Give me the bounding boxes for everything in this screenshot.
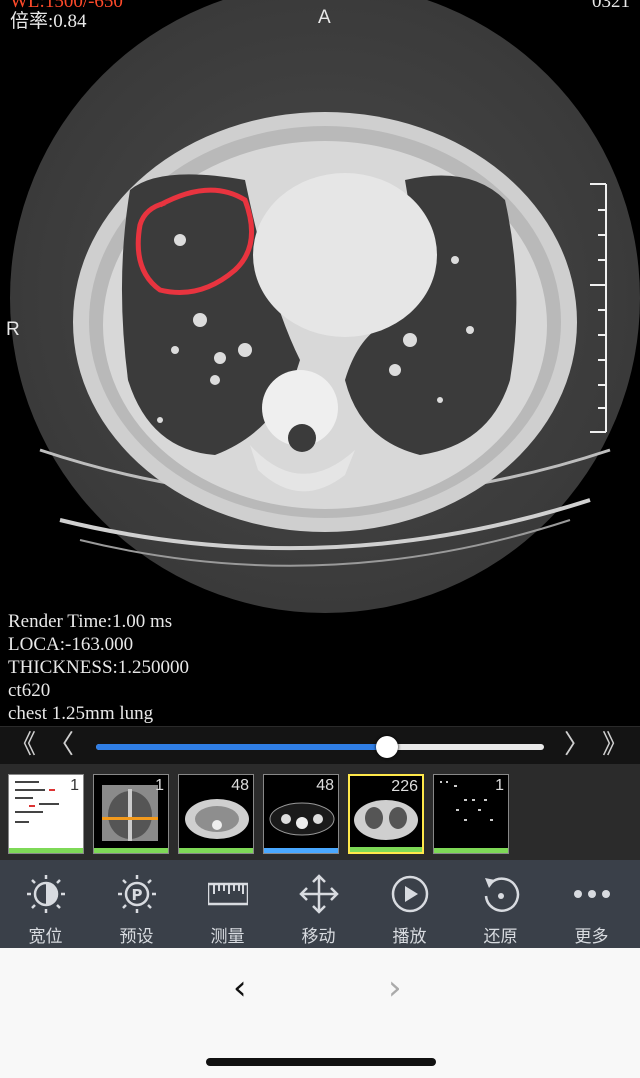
tool-label: 移动	[301, 927, 336, 947]
series-thumb-axial-2[interactable]: 48	[263, 774, 339, 854]
series-thumb-report[interactable]: 1	[8, 774, 84, 854]
series-description: chest 1.25mm lung	[8, 703, 154, 724]
series-thumb-scout[interactable]: 1	[93, 774, 169, 854]
thickness-text: THICKNESS:1.250000	[8, 657, 190, 678]
tool-label: 宽位	[28, 927, 63, 947]
series-status-bar	[434, 848, 508, 853]
forward-button[interactable]: ›	[388, 968, 402, 1008]
browser-bottom-nav: ‹ ›	[0, 948, 640, 1078]
play-icon	[391, 875, 429, 913]
last-slice-button[interactable]: 》	[598, 727, 632, 765]
move-icon	[299, 874, 339, 914]
series-count: 1	[495, 777, 504, 794]
series-strip: 1 1 48 48 226 1	[0, 764, 640, 860]
zoom-text: 倍率:0.84	[10, 11, 87, 32]
series-count: 48	[231, 777, 249, 794]
series-count: 1	[70, 777, 79, 794]
render-time: Render Time:1.00 ms	[8, 611, 173, 632]
slice-slider-track[interactable]	[96, 736, 544, 758]
series-status-bar	[94, 848, 168, 853]
series-thumb-axial-1[interactable]: 48	[178, 774, 254, 854]
window-level-icon	[27, 875, 65, 913]
series-count: 1	[155, 777, 164, 794]
back-button[interactable]: ‹	[233, 968, 247, 1008]
series-count: 48	[316, 777, 334, 794]
window-level-tool[interactable]: 宽位	[0, 860, 91, 948]
home-indicator[interactable]	[206, 1058, 436, 1066]
series-count: 226	[391, 778, 418, 795]
orientation-anterior: A	[318, 7, 331, 28]
slice-slider-fill	[96, 744, 388, 750]
tool-label: 还原	[483, 927, 518, 947]
ruler-icon	[208, 882, 248, 906]
series-thumb-text[interactable]: 1	[433, 774, 509, 854]
slice-slider-thumb[interactable]	[376, 736, 399, 758]
series-status-bar	[179, 848, 253, 853]
more-tool[interactable]: 更多	[546, 860, 637, 948]
tool-label: 预设	[119, 927, 154, 947]
tool-label: 更多	[574, 927, 609, 947]
tool-bar: 宽位 P 预设 测量 移动 播放 还原 更多	[0, 860, 640, 948]
location-text: LOCA:-163.000	[8, 634, 134, 655]
series-thumb-lung[interactable]: 226	[348, 774, 424, 854]
play-tool[interactable]: 播放	[364, 860, 455, 948]
tool-label: 测量	[210, 927, 245, 947]
more-icon	[574, 890, 610, 898]
image-number: 0321	[592, 0, 630, 12]
reset-icon	[484, 877, 520, 912]
svg-text:P: P	[132, 886, 143, 904]
first-slice-button[interactable]: 《	[6, 727, 40, 765]
reset-tool[interactable]: 还原	[455, 860, 546, 948]
study-name: ct620	[8, 680, 51, 701]
series-status-bar	[350, 847, 422, 852]
prev-slice-button[interactable]: 〈	[46, 727, 76, 765]
preset-tool[interactable]: P 预设	[91, 860, 182, 948]
preset-icon: P	[118, 875, 156, 913]
series-status-bar	[264, 848, 338, 853]
next-slice-button[interactable]: 〉	[562, 727, 592, 765]
move-tool[interactable]: 移动	[273, 860, 364, 948]
series-status-bar	[9, 848, 83, 853]
image-viewer[interactable]: WL:1500/-650 0321 倍率:0.84 A R Render Tim…	[0, 0, 640, 726]
tool-label: 播放	[392, 927, 427, 947]
measure-tool[interactable]: 测量	[182, 860, 273, 948]
orientation-right: R	[6, 319, 20, 340]
slice-slider-bar: 《 〈 〉 》	[0, 726, 640, 765]
